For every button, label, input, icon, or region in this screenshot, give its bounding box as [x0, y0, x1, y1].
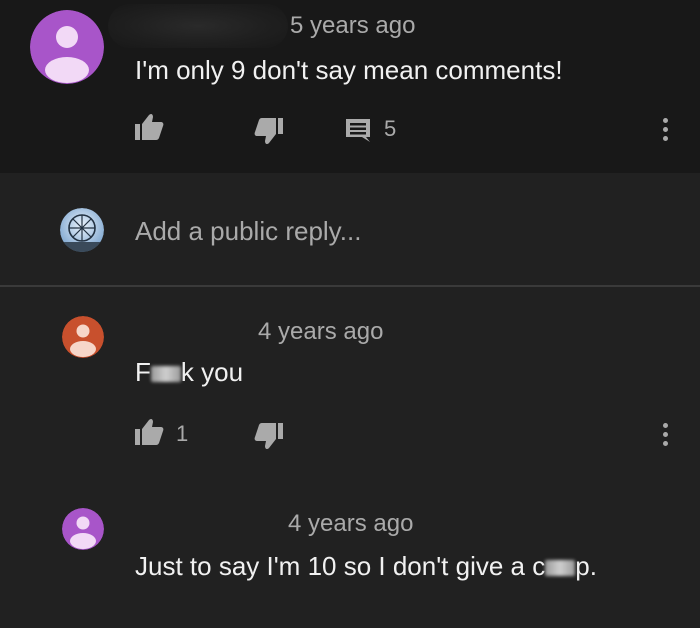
more-vert-icon[interactable]	[662, 118, 670, 145]
reply-text-start: Just to say I'm 10 so I don't give a c	[135, 551, 546, 581]
thumb-up-icon[interactable]	[134, 418, 164, 446]
reply-input[interactable]: Add a public reply...	[135, 216, 361, 247]
reply-text-end: k you	[180, 357, 244, 387]
replier-avatar[interactable]	[62, 316, 104, 358]
thumb-down-icon[interactable]	[254, 117, 284, 145]
reply-timestamp[interactable]: 4 years ago	[258, 318, 383, 346]
censor-blur	[545, 560, 576, 577]
comment-timestamp[interactable]: 5 years ago	[290, 12, 415, 40]
reply-text: Just to say I'm 10 so I don't give a c p.	[135, 551, 597, 582]
thumb-down-icon[interactable]	[254, 422, 284, 450]
reply-count[interactable]: 5	[384, 116, 396, 142]
reply-text-end: p.	[575, 551, 597, 581]
more-vert-icon[interactable]	[662, 423, 670, 450]
comment-icon[interactable]	[344, 117, 372, 143]
user-avatar	[60, 208, 104, 252]
reply-input-bar: Add a public reply...	[0, 173, 700, 285]
replier-avatar[interactable]	[62, 508, 104, 550]
reply-timestamp[interactable]: 4 years ago	[288, 510, 413, 538]
commenter-avatar[interactable]	[30, 10, 104, 84]
like-count: 1	[176, 421, 189, 446]
top-comment: 5 years ago I'm only 9 don't say mean co…	[0, 0, 700, 173]
thumb-up-icon[interactable]	[134, 113, 164, 141]
divider	[0, 285, 700, 287]
reply-text: Fk you	[135, 357, 243, 388]
comment-text: I'm only 9 don't say mean comments!	[135, 55, 563, 85]
blurred-username	[108, 4, 288, 48]
reply-text-start: F	[135, 357, 151, 387]
censor-blur	[150, 366, 181, 383]
